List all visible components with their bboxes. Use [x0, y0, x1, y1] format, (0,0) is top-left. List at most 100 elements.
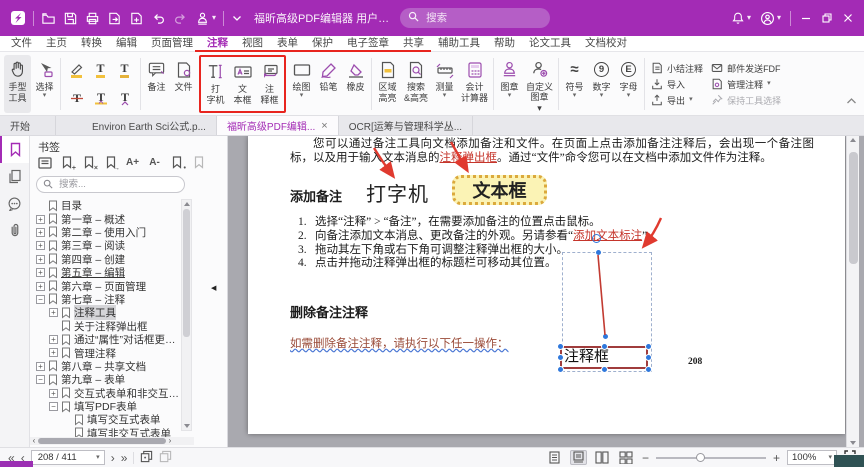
typewriter-annotation-text[interactable]: 打字机: [366, 178, 429, 207]
add-bookmark-button[interactable]: +: [59, 155, 74, 170]
bookmark-tree-item[interactable]: −第七章 – 注释: [32, 293, 184, 306]
bookmark-tree-item[interactable]: +第一章 – 概述: [32, 212, 184, 225]
expand-bookmark-button[interactable]: →: [103, 155, 118, 170]
single-page-view-button[interactable]: [546, 450, 563, 465]
menu-tab-9[interactable]: 电子签章: [340, 36, 396, 51]
expand-node-icon[interactable]: +: [49, 348, 58, 357]
letter-tool-button[interactable]: E 字母 ▾: [615, 55, 642, 113]
bookmark-tree-item[interactable]: +第四章 – 创建: [32, 253, 184, 266]
email-fdf-button[interactable]: 邮件发送FDF: [711, 62, 781, 75]
continuous-view-button[interactable]: [570, 450, 587, 465]
callout-tool-button[interactable]: 注释框: [256, 57, 283, 111]
export-pdf-button[interactable]: [107, 11, 122, 26]
zoom-in-button[interactable]: +: [773, 452, 780, 464]
bookmark-search-input[interactable]: [57, 178, 178, 191]
search-highlight-button[interactable]: 搜索&高亮: [401, 55, 431, 113]
bookmark-tree-item[interactable]: +第三章 – 阅读: [32, 239, 184, 252]
titlebar-search[interactable]: [400, 8, 550, 28]
account-button[interactable]: ▾: [760, 11, 781, 26]
menu-tab-5[interactable]: 注释: [200, 36, 235, 51]
menu-tab-11[interactable]: 辅助工具: [431, 36, 487, 51]
selection-handle[interactable]: [601, 366, 608, 373]
document-tab-0[interactable]: 开始: [0, 116, 56, 135]
menu-tab-2[interactable]: 转换: [74, 36, 109, 51]
zoom-caret-icon[interactable]: ▾: [828, 455, 832, 461]
typewriter-tool-button[interactable]: 打字机: [202, 57, 229, 111]
selection-handle[interactable]: [595, 249, 602, 256]
bookmark-tree-item[interactable]: +第二章 – 使用入门: [32, 226, 184, 239]
stamp-tool-button[interactable]: 图章 ▾: [496, 55, 523, 113]
menu-tab-3[interactable]: 编辑: [109, 36, 144, 51]
selection-handle[interactable]: [645, 366, 652, 373]
expand-node-icon[interactable]: +: [36, 255, 45, 264]
expand-node-icon[interactable]: +: [36, 241, 45, 250]
pages-panel-button[interactable]: [0, 163, 29, 190]
panel-collapse-arrow[interactable]: ◀: [211, 284, 216, 292]
import-comments-button[interactable]: 导入: [651, 78, 703, 91]
bookmark-tree-item[interactable]: +管理注释: [32, 346, 184, 359]
save-button[interactable]: [63, 11, 78, 26]
export-comments-button[interactable]: 导出▾: [651, 94, 703, 107]
zoom-out-button[interactable]: −: [642, 452, 649, 464]
comments-panel-button[interactable]: [0, 190, 29, 217]
popup-note-link[interactable]: 注释弹出框: [440, 152, 498, 164]
expand-node-icon[interactable]: +: [36, 228, 45, 237]
select-tool-button[interactable]: 选择 ▾: [31, 55, 58, 113]
bookmark-tree-item[interactable]: 填写交互式表单: [32, 413, 184, 426]
symbol-tool-button[interactable]: ≈ 符号 ▾: [561, 55, 588, 113]
menu-tab-13[interactable]: 论文工具: [522, 36, 578, 51]
scroll-up-icon[interactable]: [850, 138, 856, 142]
page-number-input[interactable]: [36, 451, 93, 464]
bookmark-properties-button[interactable]: •: [169, 155, 184, 170]
insert-text-tool-button[interactable]: T: [113, 85, 136, 112]
menu-tab-8[interactable]: 保护: [305, 36, 340, 51]
menu-tab-6[interactable]: 视图: [235, 36, 270, 51]
document-tab-2[interactable]: 福昕高级PDF编辑...×: [217, 116, 339, 135]
zoom-level-field[interactable]: 100% ▾: [787, 450, 837, 465]
restore-window-button[interactable]: [821, 12, 833, 24]
squiggly-annotated-text[interactable]: 如需删除备注注释，请执行以下任一操作：: [290, 335, 509, 351]
textbox-annotation[interactable]: 文本框: [452, 175, 547, 205]
bookmarks-horizontal-scrollbar[interactable]: ‹ ›: [30, 437, 194, 445]
selection-handle[interactable]: [601, 343, 608, 350]
bookmark-tree-item[interactable]: +交互式表单和非交互式表单: [32, 386, 184, 399]
pencil-tool-button[interactable]: 铅笔: [315, 55, 342, 113]
collapse-ribbon-button[interactable]: [846, 92, 857, 110]
next-page-button[interactable]: ›: [111, 452, 115, 464]
page-field-caret-icon[interactable]: ▾: [96, 455, 100, 461]
expand-node-icon[interactable]: +: [36, 215, 45, 224]
new-tab-view-button[interactable]: [140, 450, 153, 466]
document-tab-3[interactable]: OCR[运筹与管理科学丛...: [339, 116, 473, 135]
add-page-button[interactable]: [129, 11, 144, 26]
replace-text-tool-button[interactable]: T: [89, 85, 112, 112]
scroll-right-icon[interactable]: ›: [166, 437, 174, 445]
bookmark-tree-item[interactable]: 目录: [32, 199, 184, 212]
scroll-down-icon[interactable]: [850, 441, 856, 445]
expand-node-icon[interactable]: +: [49, 389, 58, 398]
accounting-calculator-button[interactable]: 会计计算器: [458, 55, 491, 113]
bookmarks-panel-button[interactable]: [0, 136, 29, 163]
panel-options-button[interactable]: [37, 155, 52, 170]
sign-tool-button[interactable]: ▾: [195, 11, 216, 26]
decrease-text-size-button[interactable]: A-: [147, 155, 162, 170]
draw-tool-button[interactable]: 绘图 ▾: [288, 55, 315, 113]
document-tab-1[interactable]: Environ Earth Sci公式.p...: [82, 116, 217, 135]
zoom-slider-knob[interactable]: [696, 453, 705, 462]
bookmark-tree-item[interactable]: −填写PDF表单: [32, 400, 184, 413]
menu-tab-14[interactable]: 文档校对: [578, 36, 634, 51]
notifications-bell-button[interactable]: ▾: [731, 11, 751, 25]
highlight-tool-button[interactable]: [65, 57, 88, 84]
menu-tab-4[interactable]: 页面管理: [144, 36, 200, 51]
leader-elbow-handle[interactable]: [602, 333, 609, 340]
collapse-node-icon[interactable]: −: [49, 402, 58, 411]
menu-tab-12[interactable]: 帮助: [487, 36, 522, 51]
menu-tab-0[interactable]: 文件: [4, 36, 39, 51]
collapse-node-icon[interactable]: −: [36, 295, 45, 304]
print-button[interactable]: [85, 11, 100, 26]
bookmarks-vertical-scrollbar[interactable]: [181, 199, 192, 431]
rotate-handle[interactable]: [592, 234, 601, 243]
expand-node-icon[interactable]: +: [49, 308, 58, 317]
increase-text-size-button[interactable]: A+: [125, 155, 140, 170]
menu-tab-1[interactable]: 主页: [39, 36, 74, 51]
menu-tab-7[interactable]: 表单: [270, 36, 305, 51]
